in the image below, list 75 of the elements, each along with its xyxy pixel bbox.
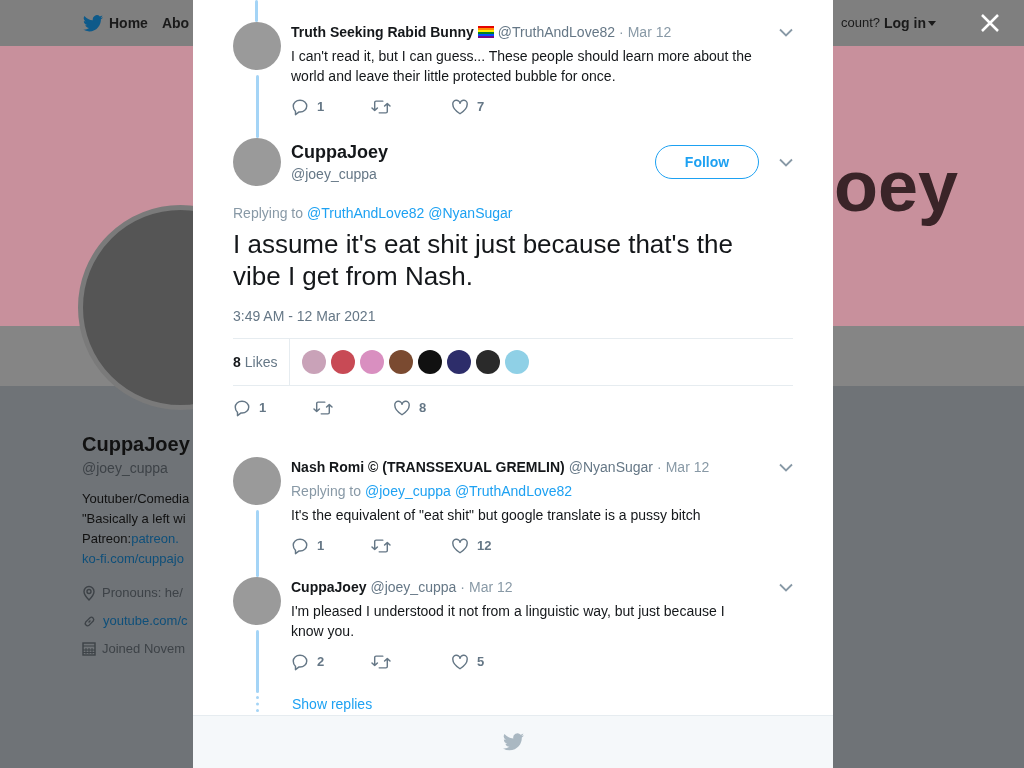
like-count: 12 — [477, 537, 492, 556]
tweet-text: I'm pleased I understood it not from a linguistic way, but just because I know you. — [291, 602, 726, 641]
bio-text: "Basically a left wi — [82, 510, 186, 528]
reply-count: 1 — [259, 399, 267, 418]
separator-dot: · — [657, 458, 662, 477]
mention-link[interactable]: @TruthAndLove82 — [307, 203, 425, 223]
tweet-date[interactable]: Mar 12 — [468, 577, 513, 597]
chevron-down-icon[interactable] — [779, 27, 793, 37]
bird-icon — [83, 14, 103, 32]
tweet-date[interactable]: Mar 12 — [665, 457, 710, 477]
author-handle[interactable]: @joey_cuppa — [291, 164, 389, 184]
heart-icon[interactable] — [451, 537, 469, 555]
replying-label: Replying to — [233, 204, 304, 223]
show-replies-link[interactable]: Show replies — [292, 693, 373, 715]
tweet-text: It's the equivalent of "eat shit" but google translate is a pussy bitch — [291, 506, 702, 525]
reply-icon[interactable] — [291, 653, 309, 671]
author-name[interactable]: Truth Seeking Rabid Bunny — [291, 22, 474, 42]
caret-icon — [928, 20, 936, 26]
reply-icon[interactable] — [291, 537, 309, 555]
tweet-text: I can't read it, but I can guess... These people should learn more about the world and leave their little protected bubble for once. — [291, 47, 753, 86]
nav-link[interactable]: Abo — [161, 12, 190, 34]
heart-icon[interactable] — [451, 98, 469, 116]
tweet-date[interactable]: Mar 12 — [627, 22, 672, 42]
chevron-down-icon[interactable] — [779, 582, 793, 592]
tweet-timestamp[interactable]: 3:49 AM - 12 Mar 2021 — [233, 306, 793, 326]
likes-label[interactable]: Likes — [244, 351, 278, 373]
nav-link[interactable]: Home — [109, 12, 148, 34]
dotted-line-icon — [255, 696, 259, 712]
calendar-icon — [82, 642, 96, 656]
mention-link[interactable]: @TruthAndLove82 — [454, 481, 573, 501]
separator-dot: · — [619, 23, 624, 42]
author-name[interactable]: CuppaJoey — [291, 140, 389, 164]
avatar[interactable] — [233, 577, 281, 625]
liker-avatar[interactable] — [476, 350, 501, 374]
avatar[interactable] — [233, 138, 281, 186]
chevron-down-icon[interactable] — [779, 157, 793, 167]
liker-avatar[interactable] — [418, 350, 443, 374]
reply-icon[interactable] — [233, 399, 251, 417]
separator-dot: · — [460, 578, 465, 597]
heart-icon[interactable] — [393, 399, 411, 417]
author-handle[interactable]: @TruthAndLove82 — [497, 22, 615, 42]
retweet-icon[interactable] — [313, 399, 333, 417]
liker-avatar[interactable] — [389, 350, 414, 374]
location-pin-icon — [82, 585, 96, 601]
tweet-text: I assume it's eat shit just because that's the vibe I get from Nash. — [233, 228, 734, 292]
author-handle[interactable]: @NyanSugar — [568, 457, 653, 477]
reply-count: 1 — [317, 98, 325, 117]
reply-count: 2 — [317, 653, 325, 672]
profile-name: CuppaJoey — [82, 432, 190, 456]
author-name[interactable]: CuppaJoey — [291, 577, 367, 597]
account-prompt: count? — [840, 14, 880, 33]
avatar[interactable] — [233, 457, 281, 505]
heart-icon[interactable] — [451, 653, 469, 671]
reply-icon[interactable] — [291, 98, 309, 116]
retweet-icon[interactable] — [371, 537, 391, 555]
like-count: 7 — [477, 98, 485, 117]
replying-label: Replying to — [291, 482, 362, 501]
login-button[interactable]: Log in — [884, 12, 936, 34]
author-name[interactable]: Nash Romi © (TRANSSEXUAL GREMLIN) — [291, 457, 565, 477]
bio-text: Patreon: — [82, 530, 132, 548]
close-icon[interactable] — [980, 13, 1000, 33]
chevron-down-icon[interactable] — [779, 462, 793, 472]
mention-link[interactable]: @joey_cuppa — [365, 481, 451, 501]
avatar[interactable] — [233, 22, 281, 70]
like-count: 5 — [477, 653, 485, 672]
reply-count: 1 — [317, 537, 325, 556]
liker-avatar[interactable] — [447, 350, 472, 374]
author-handle[interactable]: @joey_cuppa — [370, 577, 457, 597]
mention-link[interactable]: @NyanSugar — [428, 203, 513, 223]
retweet-icon[interactable] — [371, 653, 391, 671]
bird-icon — [502, 733, 524, 751]
likes-count[interactable]: 8 — [233, 351, 241, 373]
retweet-icon[interactable] — [371, 98, 391, 116]
like-count: 8 — [419, 399, 427, 418]
bio-text: Youtuber/Comedia — [82, 490, 190, 508]
